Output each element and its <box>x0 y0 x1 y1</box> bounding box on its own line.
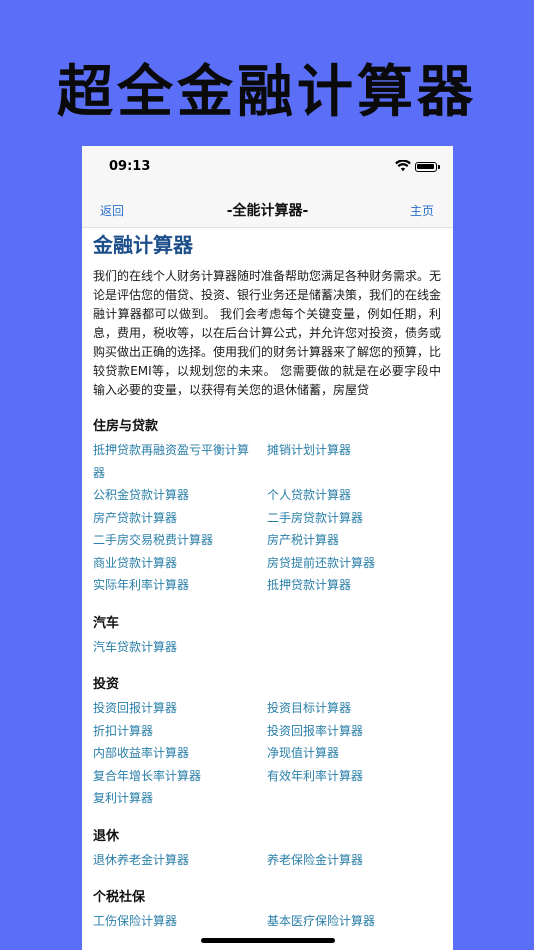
link-property-tax[interactable]: 房产税计算器 <box>267 529 441 552</box>
battery-icon <box>415 162 440 172</box>
link-npv[interactable]: 净现值计算器 <box>267 742 441 765</box>
link-investment-goal[interactable]: 投资目标计算器 <box>267 697 441 720</box>
link-effective-annual-rate[interactable]: 实际年利率计算器 <box>93 574 267 597</box>
phone-screen: 09:13 返回 -全能计算器- 主页 金融计算器 我们的在线个人财务计算器随时… <box>82 146 453 950</box>
status-time: 09:13 <box>109 159 151 174</box>
section-title: 住房与贷款 <box>93 419 159 434</box>
wifi-icon <box>395 160 411 172</box>
link-work-injury-insurance[interactable]: 工伤保险计算器 <box>93 910 267 933</box>
section-auto: 汽车 汽车贷款计算器 <box>93 615 441 659</box>
section-title: 投资 <box>93 677 120 692</box>
section-title: 个税社保 <box>93 890 146 905</box>
link-commercial-loan[interactable]: 商业贷款计算器 <box>93 552 267 575</box>
navigation-bar: 返回 -全能计算器- 主页 <box>82 190 453 228</box>
link-provident-fund-loan[interactable]: 公积金贷款计算器 <box>93 484 267 507</box>
link-investment-return[interactable]: 投资回报计算器 <box>93 697 267 720</box>
status-bar: 09:13 <box>82 146 453 190</box>
link-cagr[interactable]: 复合年增长率计算器 <box>93 765 267 788</box>
section-title: 退休 <box>93 828 120 844</box>
page-title: 金融计算器 <box>93 233 193 257</box>
link-compound-interest[interactable]: 复利计算器 <box>93 787 267 810</box>
section-housing-loans: 住房与贷款 抵押贷款再融资盈亏平衡计算器 摊销计划计算器 公积金贷款计算器 个人… <box>93 418 441 597</box>
intro-paragraph: 我们的在线个人财务计算器随时准备帮助您满足各种财务需求。无论是评估您的借贷、投资… <box>93 269 442 397</box>
link-basic-medical-insurance[interactable]: 基本医疗保险计算器 <box>267 910 441 933</box>
app-store-screenshot: 超全金融计算器 09:13 返回 -全能计算器- 主页 金融计算器 我们的在线个… <box>0 0 534 950</box>
nav-title: -全能计算器- <box>226 203 309 219</box>
link-amortization-schedule[interactable]: 摊销计划计算器 <box>267 439 441 484</box>
link-pension-insurance[interactable]: 养老保险金计算器 <box>267 849 441 872</box>
link-mortgage-refinance-breakeven[interactable]: 抵押贷款再融资盈亏平衡计算器 <box>93 439 267 484</box>
promo-title: 超全金融计算器 <box>57 60 477 125</box>
link-mortgage-prepayment[interactable]: 房贷提前还款计算器 <box>267 552 441 575</box>
home-button[interactable]: 主页 <box>410 202 434 219</box>
link-auto-loan[interactable]: 汽车贷款计算器 <box>93 636 267 659</box>
home-indicator[interactable] <box>201 938 335 943</box>
section-title: 汽车 <box>93 615 120 631</box>
link-effective-annual-interest[interactable]: 有效年利率计算器 <box>267 765 441 788</box>
link-irr[interactable]: 内部收益率计算器 <box>93 742 267 765</box>
link-discount[interactable]: 折扣计算器 <box>93 720 267 743</box>
link-roi[interactable]: 投资回报率计算器 <box>267 720 441 743</box>
link-personal-loan[interactable]: 个人贷款计算器 <box>267 484 441 507</box>
section-investment: 投资 投资回报计算器 投资目标计算器 折扣计算器 投资回报率计算器 内部收益率计… <box>93 676 441 810</box>
section-tax-social-security: 个税社保 工伤保险计算器 基本医疗保险计算器 <box>93 889 441 933</box>
link-second-hand-house-loan[interactable]: 二手房贷款计算器 <box>267 507 441 530</box>
link-second-hand-house-tax[interactable]: 二手房交易税费计算器 <box>93 529 267 552</box>
link-retirement-pension[interactable]: 退休养老金计算器 <box>93 849 267 872</box>
section-retirement: 退休 退休养老金计算器 养老保险金计算器 <box>93 828 441 872</box>
link-property-loan[interactable]: 房产贷款计算器 <box>93 507 267 530</box>
content-area[interactable]: 金融计算器 我们的在线个人财务计算器随时准备帮助您满足各种财务需求。无论是评估您… <box>93 228 441 933</box>
link-mortgage-loan[interactable]: 抵押贷款计算器 <box>267 574 441 597</box>
